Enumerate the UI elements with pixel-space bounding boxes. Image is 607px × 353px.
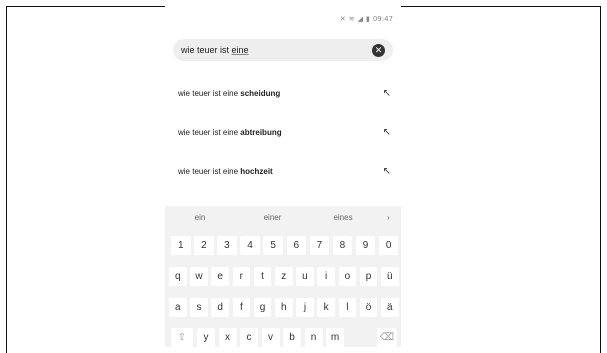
status-bar: ✕ ≋ ◢ ▮ 09:47 — [340, 14, 393, 24]
key-ö[interactable]: ö — [359, 298, 378, 317]
prediction-word[interactable]: eines — [310, 213, 376, 222]
key-0[interactable]: 0 — [378, 236, 399, 255]
key-b[interactable]: b — [283, 328, 301, 347]
key-w[interactable]: w — [190, 267, 208, 286]
suggestion-text: wie teuer ist eine scheidung — [178, 88, 281, 98]
search-bar[interactable]: wie teuer ist eine ✕ — [173, 39, 393, 61]
keyboard: ein einer eines › 1234567890 qwertzuiopü a… — [165, 206, 401, 347]
key-r[interactable]: r — [232, 267, 251, 286]
key-f[interactable]: f — [232, 298, 251, 317]
key-3[interactable]: 3 — [217, 236, 237, 255]
key-v[interactable]: v — [261, 328, 280, 347]
suggestion-item[interactable]: wie teuer ist eine abtreibung ↖ — [165, 122, 401, 142]
key-6[interactable]: 6 — [286, 236, 306, 255]
key-x[interactable]: x — [218, 328, 237, 347]
key-q[interactable]: q — [169, 267, 187, 286]
search-input[interactable]: wie teuer ist eine — [173, 45, 372, 55]
key-y[interactable]: y — [197, 328, 215, 347]
key-m[interactable]: m — [326, 328, 344, 347]
key-i[interactable]: i — [317, 267, 335, 286]
prediction-word[interactable]: ein — [165, 213, 235, 222]
key-8[interactable]: 8 — [332, 236, 353, 255]
suggestion-text: wie teuer ist eine hochzeit — [178, 166, 273, 176]
key-e[interactable]: e — [211, 267, 229, 286]
insert-arrow-icon[interactable]: ↖ — [383, 166, 391, 177]
key-p[interactable]: p — [359, 267, 378, 286]
key-4[interactable]: 4 — [240, 236, 260, 255]
key-o[interactable]: o — [338, 267, 357, 286]
key-z[interactable]: z — [275, 267, 293, 286]
clear-search-icon[interactable]: ✕ — [372, 43, 385, 57]
insert-arrow-icon[interactable]: ↖ — [383, 127, 391, 138]
key-u[interactable]: u — [296, 267, 314, 286]
insert-arrow-icon[interactable]: ↖ — [383, 88, 391, 99]
key-d[interactable]: d — [211, 298, 229, 317]
more-predictions-icon[interactable]: › — [376, 213, 401, 222]
suggestion-text: wie teuer ist eine abtreibung — [178, 127, 282, 137]
suggestion-item[interactable]: wie teuer ist eine scheidung ↖ — [165, 83, 401, 103]
key-9[interactable]: 9 — [355, 236, 376, 255]
status-time: 09:47 — [372, 15, 393, 23]
backspace-key[interactable]: ⌫ — [377, 328, 397, 347]
battery-icon: ▮ — [365, 15, 370, 23]
mute-icon: ✕ — [339, 15, 346, 23]
key-h[interactable]: h — [275, 298, 293, 317]
phone-screen: ✕ ≋ ◢ ▮ 09:47 wie teuer ist eine ✕ wie t… — [165, 6, 401, 347]
key-5[interactable]: 5 — [263, 236, 283, 255]
key-l[interactable]: l — [338, 298, 357, 317]
key-k[interactable]: k — [317, 298, 335, 317]
suggestion-item[interactable]: wie teuer ist eine hochzeit ↖ — [165, 161, 401, 181]
prediction-word[interactable]: einer — [235, 213, 310, 222]
key-s[interactable]: s — [190, 298, 208, 317]
key-ü[interactable]: ü — [381, 267, 399, 286]
key-a[interactable]: a — [169, 298, 187, 317]
key-j[interactable]: j — [296, 298, 314, 317]
signal-icon: ◢ — [357, 15, 363, 23]
key-1[interactable]: 1 — [171, 236, 191, 255]
key-g[interactable]: g — [253, 298, 272, 317]
key-t[interactable]: t — [253, 267, 272, 286]
key-n[interactable]: n — [304, 328, 323, 347]
prediction-bar: ein einer eines › — [165, 206, 401, 228]
key-ä[interactable]: ä — [381, 298, 399, 317]
wifi-icon: ≋ — [348, 15, 355, 23]
shift-key[interactable]: ⇧ — [171, 328, 193, 347]
key-c[interactable]: c — [240, 328, 258, 347]
key-7[interactable]: 7 — [309, 236, 330, 255]
key-2[interactable]: 2 — [194, 236, 214, 255]
